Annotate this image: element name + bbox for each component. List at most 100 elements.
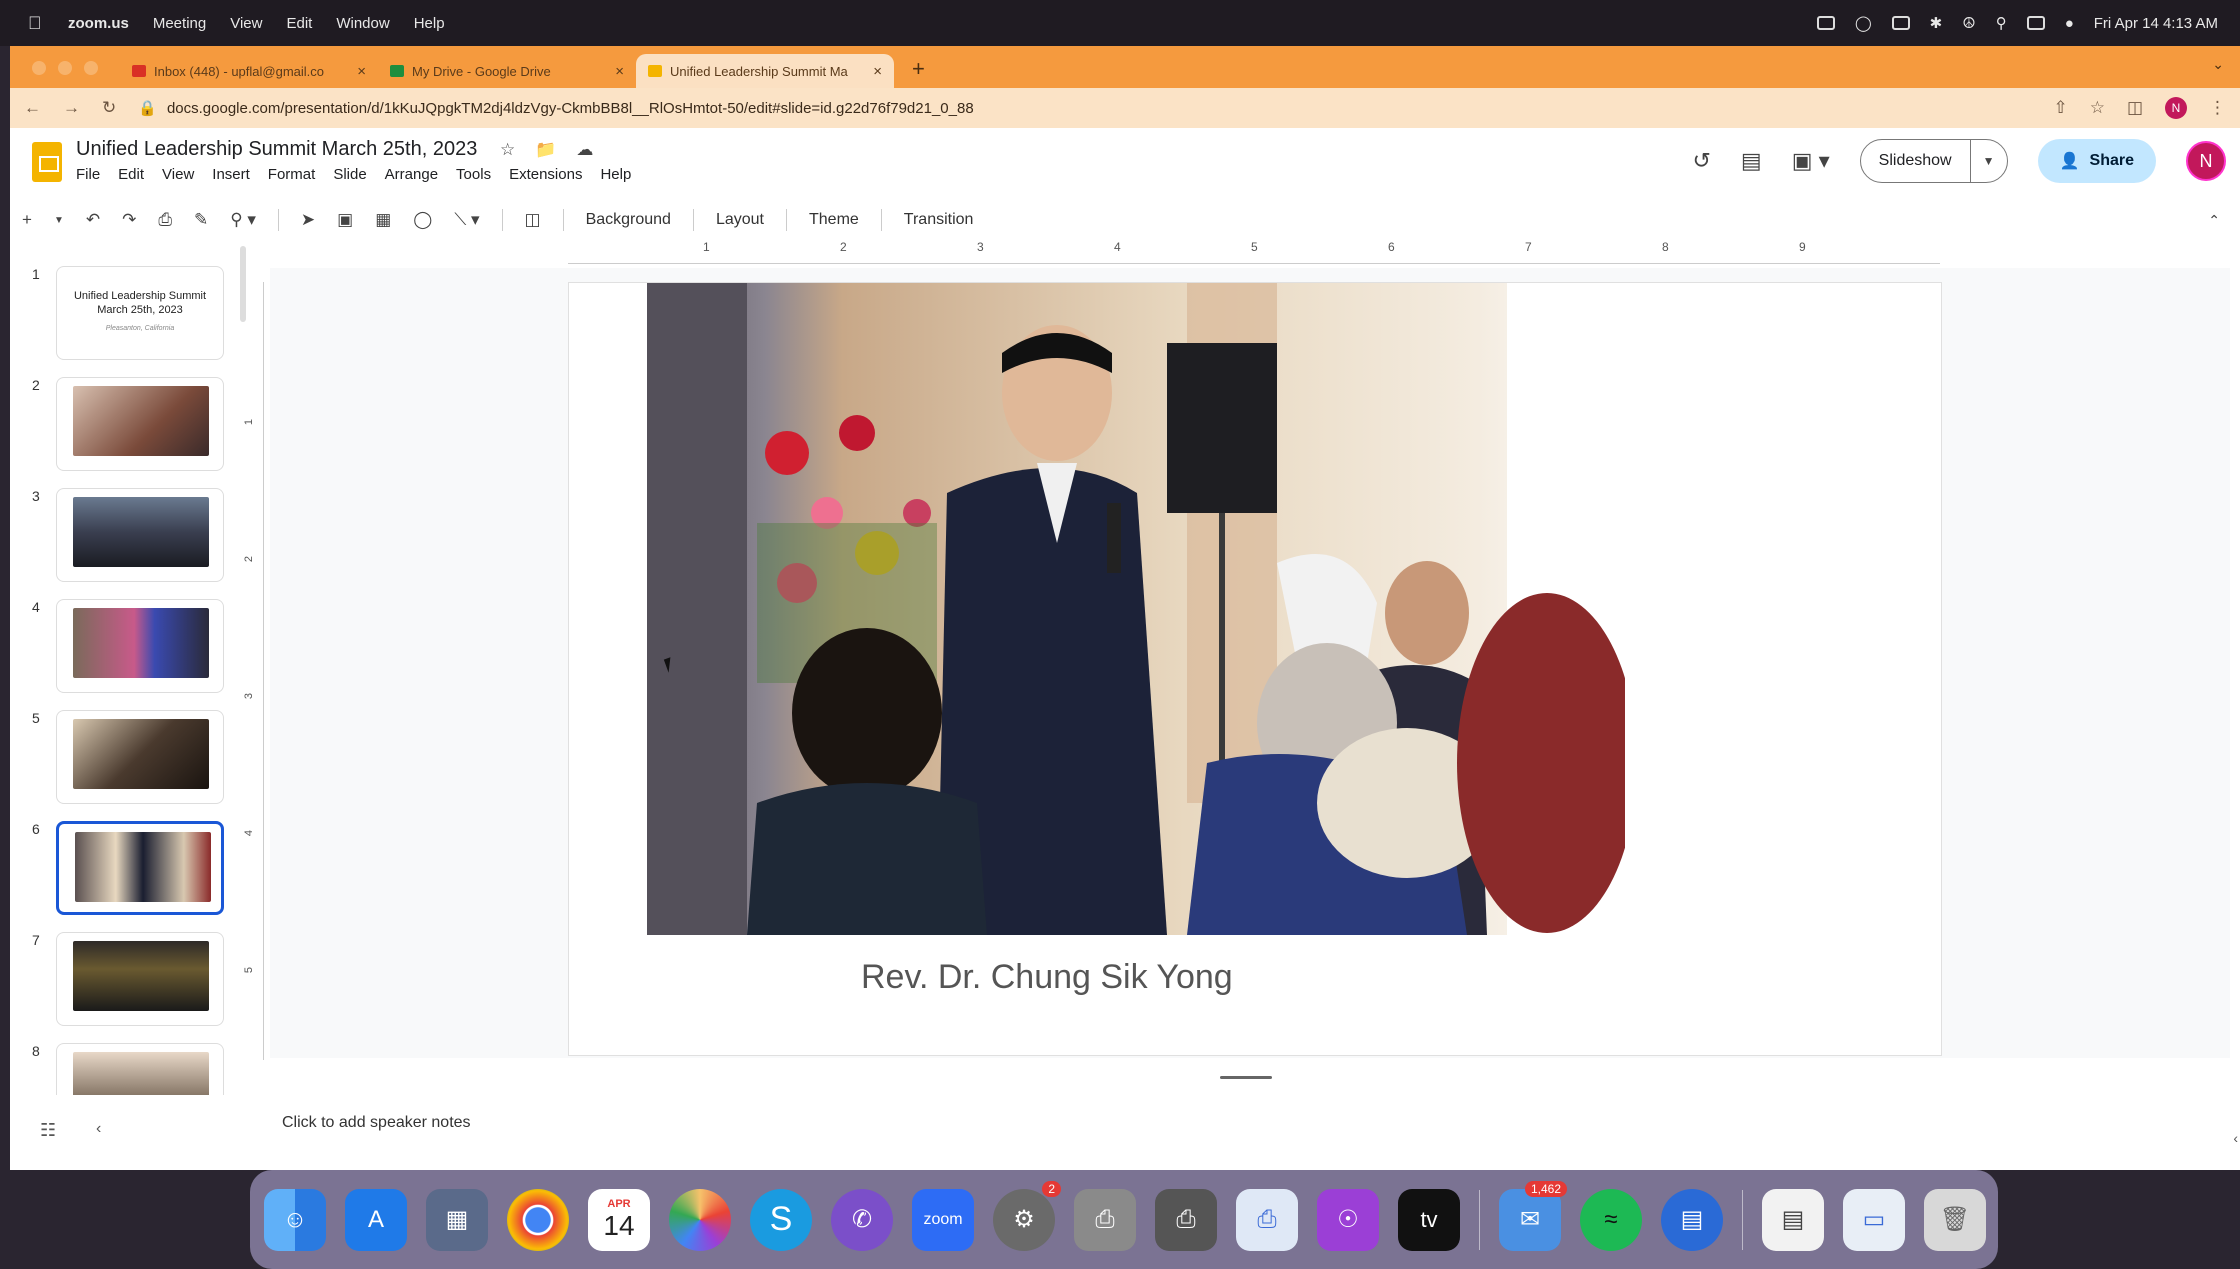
- printer-icon[interactable]: ⎙: [1155, 1188, 1217, 1251]
- filmstrip-item[interactable]: 1 Unified Leadership Summit March 25th, 2…: [18, 266, 248, 366]
- skype-icon[interactable]: S: [750, 1188, 812, 1251]
- menubar-item-window[interactable]: Window: [336, 15, 389, 32]
- apple-tv-icon[interactable]: tv: [1398, 1188, 1460, 1251]
- shape-icon[interactable]: ◯: [413, 210, 432, 230]
- new-tab-button[interactable]: +: [912, 56, 925, 82]
- photos-icon[interactable]: [669, 1188, 731, 1251]
- bluetooth-icon[interactable]: ✱: [1930, 14, 1943, 32]
- menubar-item-view[interactable]: View: [230, 15, 262, 32]
- google-slides-logo-icon[interactable]: [32, 142, 62, 182]
- back-icon[interactable]: ←: [24, 98, 41, 118]
- tab-google-drive[interactable]: My Drive - Google Drive ×: [378, 54, 636, 88]
- meet-icon[interactable]: ▣ ▾: [1792, 148, 1830, 174]
- focus-icon[interactable]: ◯: [1855, 14, 1872, 32]
- app-blue-icon[interactable]: ▤: [1661, 1188, 1723, 1251]
- slide-thumbnail[interactable]: [56, 932, 224, 1026]
- profile-avatar[interactable]: N: [2165, 97, 2187, 119]
- select-icon[interactable]: ➤: [301, 210, 315, 230]
- menu-help[interactable]: Help: [600, 166, 631, 183]
- bookmark-star-icon[interactable]: ☆: [2090, 98, 2105, 118]
- screen-share-icon[interactable]: [1816, 16, 1835, 30]
- menu-extensions[interactable]: Extensions: [509, 166, 582, 183]
- slide-thumbnail[interactable]: Unified Leadership Summit March 25th, 202…: [56, 266, 224, 360]
- menubar-item-help[interactable]: Help: [414, 15, 445, 32]
- speaker-notes-field[interactable]: Click to add speaker notes: [282, 1114, 471, 1132]
- close-tab-icon[interactable]: ×: [615, 63, 624, 80]
- siri-icon[interactable]: ●: [2065, 15, 2074, 32]
- menu-file[interactable]: File: [76, 166, 100, 183]
- layout-button[interactable]: Layout: [716, 211, 764, 229]
- share-button[interactable]: 👤 Share: [2037, 139, 2156, 183]
- filmstrip-item[interactable]: 3: [18, 488, 248, 588]
- menu-format[interactable]: Format: [268, 166, 316, 183]
- star-icon[interactable]: ☆: [500, 140, 515, 160]
- browser-menu-icon[interactable]: ⋮: [2209, 98, 2226, 118]
- finder-icon[interactable]: ☺: [264, 1188, 326, 1251]
- undo-icon[interactable]: ↶: [86, 210, 100, 230]
- menubar-item-meeting[interactable]: Meeting: [153, 15, 206, 32]
- viber-icon[interactable]: ✆: [831, 1188, 893, 1251]
- tab-search-icon[interactable]: ⌄: [2212, 56, 2224, 73]
- filmstrip-item[interactable]: 7: [18, 932, 248, 1032]
- slide-thumbnail[interactable]: [56, 1043, 224, 1095]
- share-page-icon[interactable]: ⇧: [2053, 98, 2067, 118]
- slide-thumbnail[interactable]: [56, 377, 224, 471]
- apple-icon[interactable]: : [28, 13, 68, 34]
- theme-button[interactable]: Theme: [809, 211, 859, 229]
- side-panel-toggle-icon[interactable]: ‹: [2233, 1130, 2238, 1146]
- menu-arrange[interactable]: Arrange: [385, 166, 438, 183]
- slideshow-dropdown-icon[interactable]: ▼: [1971, 154, 2007, 168]
- close-tab-icon[interactable]: ×: [357, 63, 366, 80]
- document-preview-icon[interactable]: ▤: [1762, 1188, 1824, 1251]
- calendar-icon[interactable]: APR 14: [588, 1188, 650, 1251]
- document-title[interactable]: Unified Leadership Summit March 25th, 20…: [76, 138, 477, 161]
- input-source-icon[interactable]: [1891, 16, 1910, 30]
- paint-format-icon[interactable]: ✎: [194, 210, 208, 230]
- control-center-icon[interactable]: [2026, 16, 2045, 30]
- printer-queue-icon[interactable]: ⎙: [1236, 1188, 1298, 1251]
- spotify-icon[interactable]: ≈: [1580, 1188, 1642, 1251]
- zoom-icon[interactable]: ⚲ ▾: [230, 210, 256, 230]
- grid-view-icon[interactable]: ☷: [40, 1120, 56, 1141]
- menu-insert[interactable]: Insert: [212, 166, 250, 183]
- url-text[interactable]: docs.google.com/presentation/d/1kKuJQpgk…: [167, 100, 974, 117]
- reload-icon[interactable]: ↻: [102, 98, 116, 118]
- text-box-icon[interactable]: ▣: [337, 210, 353, 230]
- menu-slide[interactable]: Slide: [333, 166, 366, 183]
- filmstrip-item[interactable]: 6: [18, 821, 248, 921]
- filmstrip-item[interactable]: 2: [18, 377, 248, 477]
- image-icon[interactable]: ▦: [375, 210, 391, 230]
- move-folder-icon[interactable]: 📁: [535, 140, 556, 160]
- menu-edit[interactable]: Edit: [118, 166, 144, 183]
- new-slide-dropdown-icon[interactable]: ▼: [54, 215, 64, 226]
- version-history-icon[interactable]: ↺: [1692, 148, 1710, 174]
- menubar-item-edit[interactable]: Edit: [286, 15, 312, 32]
- menu-view[interactable]: View: [162, 166, 194, 183]
- minimize-window-button[interactable]: [58, 61, 72, 75]
- system-preferences-icon[interactable]: ⚙ 2: [993, 1180, 1061, 1251]
- redo-icon[interactable]: ↷: [122, 210, 136, 230]
- filmstrip-item[interactable]: 4: [18, 599, 248, 699]
- filmstrip-item[interactable]: 8: [18, 1043, 248, 1095]
- slide-thumbnail[interactable]: [56, 599, 224, 693]
- trash-icon[interactable]: 🗑: [1924, 1188, 1986, 1251]
- tab-gmail[interactable]: Inbox (448) - upflal@gmail.co ×: [120, 54, 378, 88]
- slide-thumbnail[interactable]: [56, 710, 224, 804]
- printer-icon[interactable]: ⎙: [1074, 1188, 1136, 1251]
- podcasts-icon[interactable]: ☉: [1317, 1188, 1379, 1251]
- tab-google-slides[interactable]: Unified Leadership Summit Ma ×: [636, 54, 894, 88]
- line-icon[interactable]: ⟍ ▾: [454, 210, 479, 230]
- filmstrip-item[interactable]: 5: [18, 710, 248, 810]
- cloud-status-icon[interactable]: ☁: [576, 140, 593, 160]
- menu-tools[interactable]: Tools: [456, 166, 491, 183]
- notes-resize-handle[interactable]: [1220, 1076, 1272, 1079]
- zoom-window-button[interactable]: [84, 61, 98, 75]
- wifi-icon[interactable]: ☮: [1962, 14, 1975, 32]
- slideshow-button[interactable]: Slideshow: [1861, 140, 1971, 182]
- screen-window-icon[interactable]: ▭: [1843, 1188, 1905, 1251]
- launchpad-icon[interactable]: ▦: [426, 1188, 488, 1251]
- transition-button[interactable]: Transition: [904, 211, 974, 229]
- collapse-filmstrip-icon[interactable]: ‹: [96, 1120, 101, 1138]
- background-button[interactable]: Background: [586, 211, 671, 229]
- side-panel-icon[interactable]: ◫: [2127, 98, 2143, 118]
